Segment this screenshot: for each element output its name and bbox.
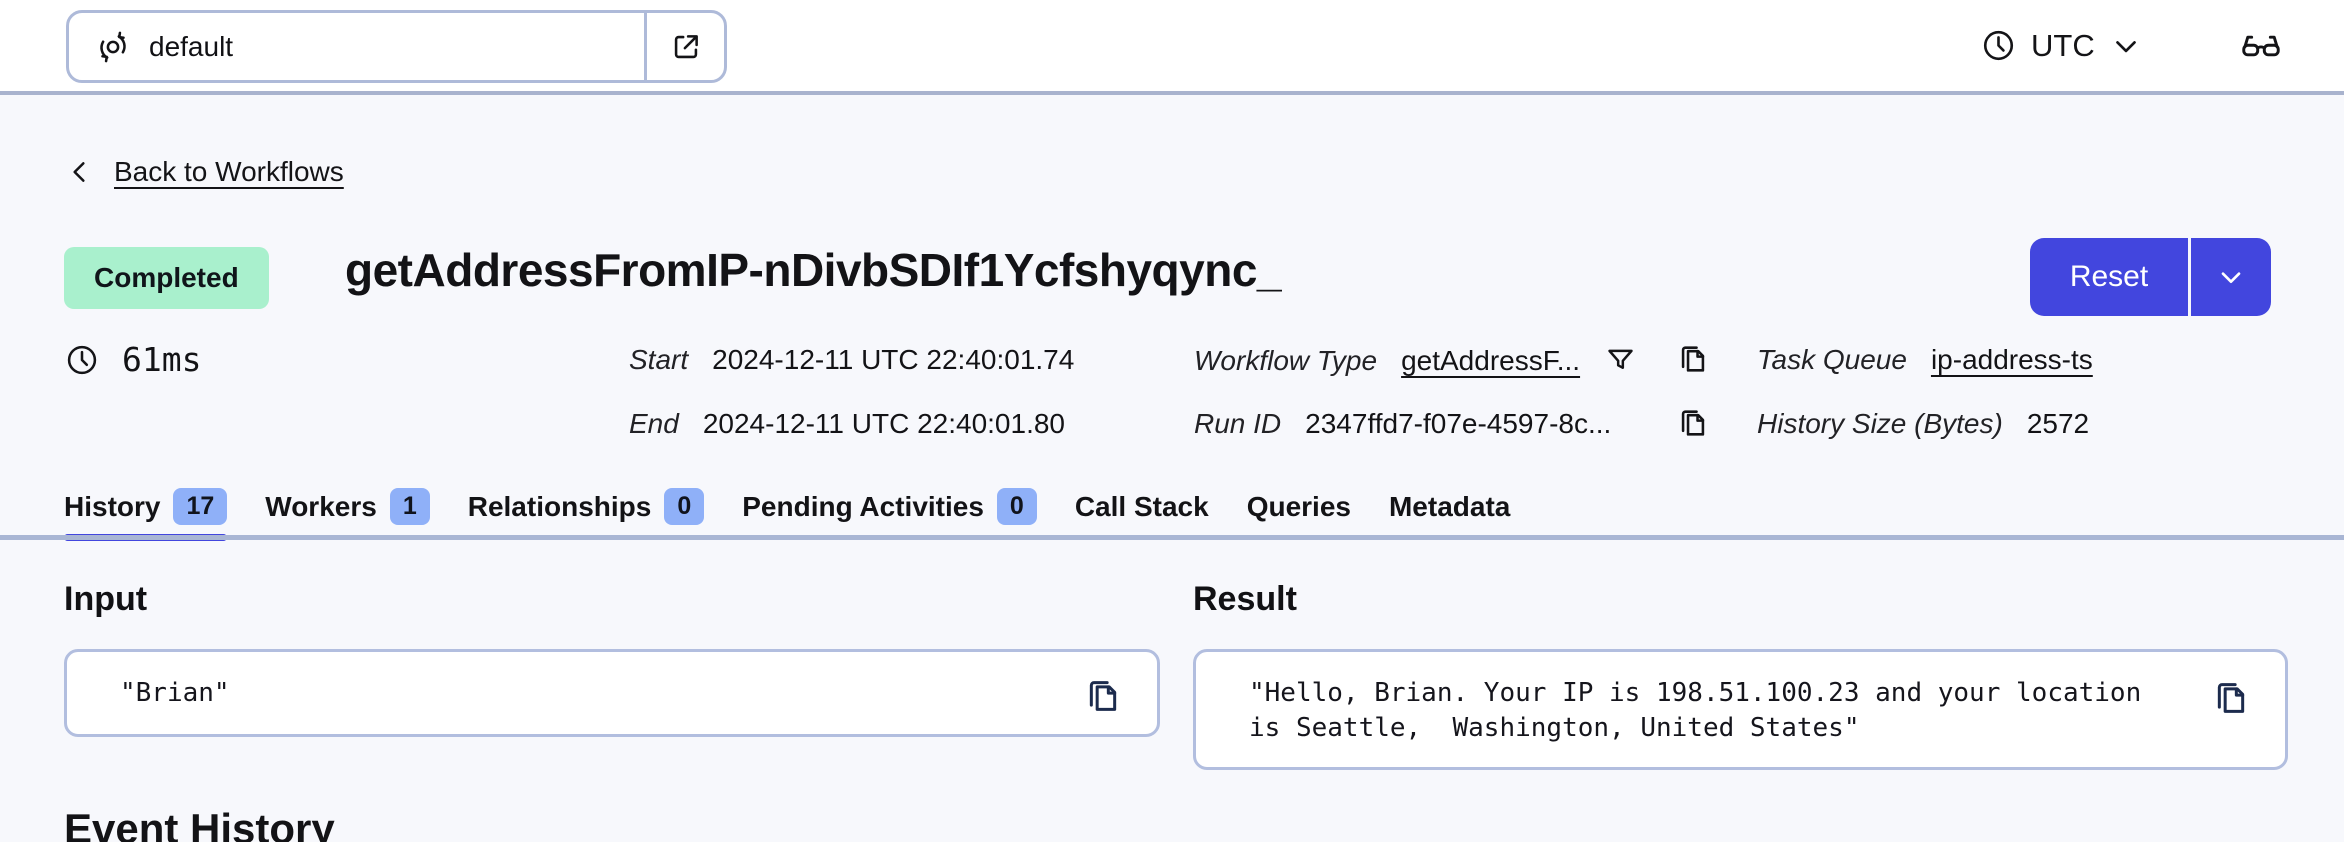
detail-label: History Size (Bytes) — [1757, 408, 2003, 439]
tab-label: History — [64, 490, 161, 522]
result-payload-value: "Hello, Brian. Your IP is 198.51.100.23 … — [1249, 678, 2157, 743]
workflow-tabs: History 17 Workers 1 Relationships 0 Pen… — [64, 488, 1510, 542]
timezone-label: UTC — [2031, 27, 2095, 63]
detail-label: End — [629, 408, 679, 439]
tab-label: Call Stack — [1074, 490, 1209, 522]
reset-split-button: Reset — [2030, 238, 2271, 316]
namespace-selector[interactable]: default — [66, 10, 727, 83]
workflow-title: getAddressFromIP-nDivbSDIf1Ycfshyqync_ — [345, 244, 1283, 296]
copy-icon — [2211, 678, 2251, 718]
back-to-workflows-link[interactable]: Back to Workflows — [64, 156, 344, 188]
input-payload-box: "Brian" — [64, 649, 1160, 737]
external-link-icon — [669, 30, 703, 64]
open-namespace-button[interactable] — [644, 13, 724, 80]
detail-label: Workflow Type — [1194, 344, 1378, 376]
labs-mode-button[interactable] — [2239, 24, 2283, 68]
result-heading: Result — [1193, 580, 1297, 618]
detail-label: Task Queue — [1757, 344, 1907, 375]
chevron-down-icon — [2109, 29, 2143, 63]
chevron-left-icon — [64, 156, 96, 188]
reset-button[interactable]: Reset — [2030, 238, 2191, 316]
namespace-value: default — [149, 30, 234, 62]
copy-run-id-button[interactable] — [1676, 406, 1710, 440]
tab-label: Pending Activities — [742, 490, 984, 522]
timezone-select[interactable]: UTC — [1980, 27, 2143, 64]
tab-count-badge: 1 — [389, 488, 430, 526]
tab-label: Workers — [265, 490, 377, 522]
clock-icon — [1980, 27, 2017, 64]
task-queue-link[interactable]: ip-address-ts — [1931, 344, 2093, 376]
input-heading: Input — [64, 580, 148, 618]
duration-value: 61ms — [122, 340, 202, 379]
tab-pending-activities[interactable]: Pending Activities 0 — [742, 488, 1037, 527]
top-bar: default UTC — [0, 0, 2344, 95]
result-payload-box: "Hello, Brian. Your IP is 198.51.100.23 … — [1193, 649, 2288, 770]
status-label: Completed — [94, 262, 239, 293]
detail-value: 2024-12-11 UTC 22:40:01.74 — [712, 344, 1075, 375]
status-badge: Completed — [64, 247, 269, 309]
copy-workflow-type-button[interactable] — [1676, 342, 1710, 376]
filter-by-type-button[interactable] — [1604, 344, 1637, 377]
namespace-icon — [95, 29, 131, 65]
tab-label: Metadata — [1388, 490, 1511, 522]
namespace-combobox[interactable]: default — [69, 13, 644, 80]
tab-label: Queries — [1246, 490, 1351, 522]
workflow-type-link[interactable]: getAddressF... — [1401, 345, 1580, 377]
tab-label: Relationships — [467, 490, 652, 522]
tab-history[interactable]: History 17 — [64, 488, 228, 542]
detail-task-queue: Task Queue ip-address-ts — [1757, 344, 2093, 376]
copy-result-button[interactable] — [2211, 678, 2251, 718]
tab-count-badge: 17 — [173, 488, 228, 526]
copy-icon — [1676, 342, 1710, 376]
event-history-heading: Event History — [64, 805, 335, 842]
detail-history-size: History Size (Bytes) 2572 — [1757, 408, 2089, 440]
tab-workers[interactable]: Workers 1 — [265, 488, 430, 527]
tab-call-stack[interactable]: Call Stack — [1075, 491, 1209, 525]
tab-metadata[interactable]: Metadata — [1389, 491, 1510, 525]
input-payload-value: "Brian" — [120, 677, 230, 708]
run-id-value: 2347ffd7-f07e-4597-8c... — [1305, 408, 1612, 439]
history-size-value: 2572 — [2026, 408, 2090, 439]
workflow-duration: 61ms — [64, 340, 201, 379]
topbar-right-cluster: UTC — [1980, 0, 2283, 91]
filter-icon — [1604, 344, 1637, 377]
clock-icon — [64, 342, 100, 378]
tab-relationships[interactable]: Relationships 0 — [468, 488, 705, 527]
copy-icon — [1676, 406, 1710, 440]
detail-end: End 2024-12-11 UTC 22:40:01.80 — [629, 408, 1065, 440]
copy-input-button[interactable] — [1083, 676, 1123, 716]
chevron-down-icon — [2215, 261, 2247, 293]
back-link-label: Back to Workflows — [114, 156, 344, 187]
tab-count-badge: 0 — [996, 488, 1037, 526]
detail-workflow-type: Workflow Type getAddressF... — [1194, 344, 1714, 377]
tabs-divider — [0, 535, 2344, 540]
tab-count-badge: 0 — [664, 488, 705, 526]
detail-run-id: Run ID 2347ffd7-f07e-4597-8c... — [1194, 408, 1611, 440]
tab-queries[interactable]: Queries — [1247, 491, 1351, 525]
detail-label: Start — [629, 344, 689, 375]
reset-menu-button[interactable] — [2191, 238, 2271, 316]
glasses-icon — [2239, 24, 2283, 68]
detail-label: Run ID — [1194, 408, 1282, 439]
detail-value: 2024-12-11 UTC 22:40:01.80 — [702, 408, 1065, 439]
detail-start: Start 2024-12-11 UTC 22:40:01.74 — [629, 344, 1074, 376]
copy-icon — [1083, 676, 1123, 716]
